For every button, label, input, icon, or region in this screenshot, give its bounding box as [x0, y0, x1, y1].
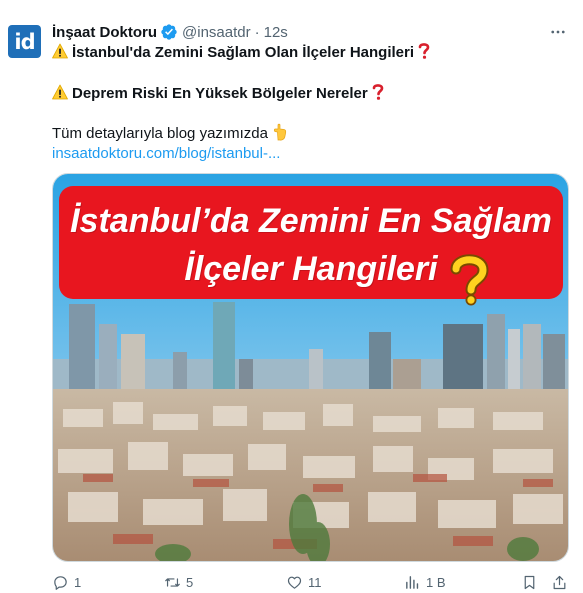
question-mark-icon — [450, 254, 489, 306]
share-button[interactable] — [551, 571, 568, 593]
avatar-text: id — [14, 29, 35, 54]
tweet-text-1: İstanbul'da Zemini Sağlam Olan İlçeler H… — [72, 44, 414, 61]
pointing-down-icon — [273, 123, 287, 141]
tweet-header: İnşaat Doktoru @insaatdr · 12s — [52, 21, 288, 43]
tweet-text-line2: Deprem Riski En Yüksek Bölgeler Nereler — [52, 83, 385, 104]
bookmark-icon — [524, 575, 535, 589]
views-icon — [406, 575, 419, 589]
handle[interactable]: @insaatdr — [182, 24, 251, 41]
timestamp[interactable]: 12s — [264, 24, 288, 41]
more-icon — [551, 30, 565, 34]
blog-link[interactable]: insaatdoktoru.com/blog/istanbul-... — [52, 144, 280, 164]
share-icon — [553, 575, 566, 589]
like-button[interactable]: 11 — [286, 571, 322, 593]
action-bar: 1 5 11 1 B — [52, 571, 577, 593]
banner-line1: İstanbul’da Zemini En Sağlam — [70, 202, 552, 240]
bookmark-button[interactable] — [521, 571, 538, 593]
verified-badge-icon — [161, 24, 177, 40]
tweet[interactable]: id İnşaat Doktoru @insaatdr · 12s İstanb… — [0, 0, 583, 593]
tweet-text-line1: İstanbul'da Zemini Sağlam Olan İlçeler H… — [52, 42, 431, 63]
tweet-text-2: Deprem Riski En Yüksek Bölgeler Nereler — [72, 85, 368, 102]
like-icon — [287, 576, 302, 589]
reply-icon — [54, 575, 67, 590]
tweet-text-line3: Tüm detaylarıyla blog yazımızda — [52, 123, 288, 144]
warning-icon — [52, 43, 68, 59]
reply-count: 1 — [74, 574, 82, 590]
separator-dot: · — [254, 23, 260, 41]
repost-button[interactable]: 5 — [164, 571, 193, 593]
warning-icon — [52, 84, 68, 100]
repost-count: 5 — [186, 574, 194, 590]
avatar[interactable]: id — [8, 25, 41, 58]
views-count: 1 B — [426, 574, 446, 590]
display-name[interactable]: İnşaat Doktoru — [52, 24, 157, 41]
tweet-media-image[interactable]: İstanbul’da Zemini En Sağlam İlçeler Han… — [52, 173, 569, 562]
more-button[interactable] — [544, 18, 572, 46]
reply-button[interactable]: 1 — [52, 571, 81, 593]
question-mark-icon — [418, 43, 430, 59]
like-count: 11 — [308, 574, 322, 590]
repost-icon — [165, 577, 180, 587]
title-banner: İstanbul’da Zemini En Sağlam İlçeler Han… — [59, 186, 563, 306]
question-mark-icon — [372, 84, 384, 100]
tweet-text-3: Tüm detaylarıyla blog yazımızda — [52, 125, 268, 142]
views-button[interactable]: 1 B — [404, 571, 446, 593]
